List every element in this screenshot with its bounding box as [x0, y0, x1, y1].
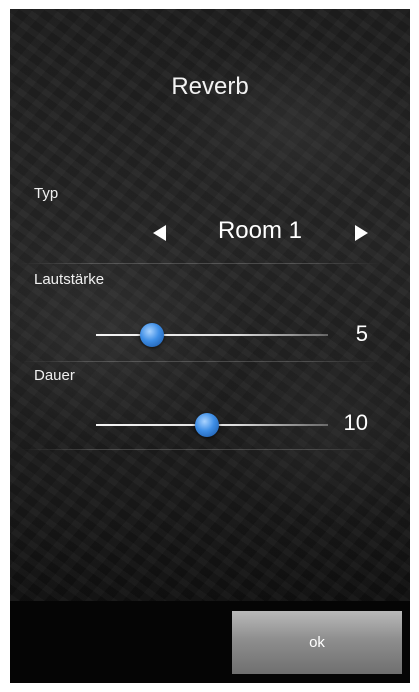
- volume-slider-track[interactable]: [96, 334, 328, 336]
- next-type-arrow-icon[interactable]: [355, 225, 368, 241]
- previous-type-arrow-icon[interactable]: [153, 225, 166, 241]
- separator: [20, 449, 380, 450]
- volume-label: Lautstärke: [34, 271, 105, 288]
- separator: [20, 263, 380, 264]
- reverb-dialog: Reverb Typ Room 1 Lautstärke 5 Dauer 10 …: [10, 9, 410, 683]
- separator: [20, 361, 380, 362]
- type-label: Typ: [34, 185, 59, 202]
- type-value: Room 1: [217, 217, 303, 244]
- volume-slider-thumb[interactable]: [139, 323, 164, 347]
- dialog-footer: ok: [10, 601, 410, 683]
- duration-label: Dauer: [34, 367, 75, 384]
- ok-button[interactable]: ok: [232, 611, 402, 674]
- dialog-title: Reverb: [171, 73, 249, 100]
- volume-value: 5: [355, 321, 368, 346]
- duration-value: 10: [343, 410, 368, 435]
